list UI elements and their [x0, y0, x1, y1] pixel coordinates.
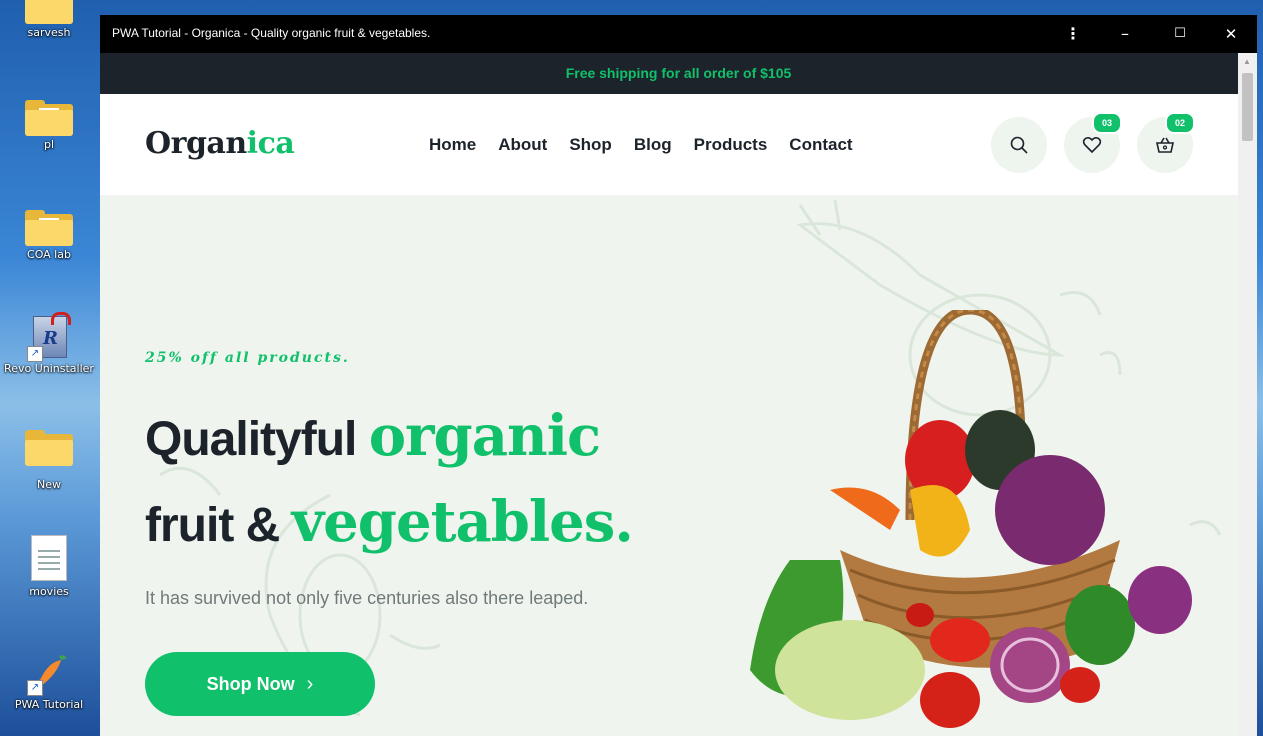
folder-icon	[25, 210, 73, 246]
window-title: PWA Tutorial - Organica - Quality organi…	[112, 26, 431, 40]
hero-subtitle: It has survived not only five centuries …	[145, 588, 589, 608]
revo-uninstaller-icon: R ↗	[27, 312, 71, 362]
shipping-banner: Free shipping for all order of $105	[100, 53, 1257, 94]
desktop-icon-pl[interactable]: pl	[4, 100, 94, 151]
promo-tagline: 25% off all products.	[145, 350, 350, 366]
hero-heading-dark: Qualityful	[145, 413, 369, 466]
desktop-icon-label: COA lab	[27, 248, 71, 261]
shop-now-button[interactable]: Shop Now ›	[145, 652, 375, 716]
desktop-icon-movies[interactable]: movies	[4, 535, 94, 598]
logo-main: Organ	[145, 126, 247, 161]
desktop-icon-pwa-tutorial[interactable]: ↗ PWA Tutorial	[4, 652, 94, 711]
folder-icon	[25, 0, 73, 24]
hero-heading-green: vegetables.	[291, 489, 634, 555]
hero-heading-line2: fruit & vegetables.	[145, 489, 634, 555]
cart-button[interactable]: 02	[1137, 112, 1195, 173]
desktop-icon-label: Revo Uninstaller	[4, 362, 94, 375]
folder-icon	[25, 100, 73, 136]
main-nav: Home About Shop Blog Products Contact	[429, 135, 853, 155]
desktop-icon-revo-uninstaller[interactable]: R ↗ Revo Uninstaller	[4, 312, 94, 375]
site-header: Organica Home About Shop Blog Products C…	[100, 94, 1238, 195]
scroll-up-icon[interactable]: ▲	[1243, 57, 1251, 66]
nav-blog[interactable]: Blog	[634, 135, 672, 155]
chevron-right-icon: ›	[306, 672, 314, 695]
pwa-window: PWA Tutorial - Organica - Quality organi…	[100, 15, 1257, 736]
folder-icon	[25, 430, 73, 466]
site-logo[interactable]: Organica	[145, 126, 295, 161]
carrot-app-icon: ↗	[27, 652, 71, 696]
desktop-icon-new[interactable]: New	[4, 430, 94, 491]
hero-heading-dark: fruit &	[145, 499, 292, 552]
vertical-scrollbar[interactable]: ▲	[1238, 53, 1257, 736]
logo-accent: ica	[246, 126, 295, 161]
nav-contact[interactable]: Contact	[789, 135, 852, 155]
shortcut-arrow-icon: ↗	[27, 346, 43, 362]
scrollbar-thumb[interactable]	[1242, 73, 1253, 141]
wishlist-button[interactable]: 03	[1064, 112, 1122, 173]
hero-heading-line1: Qualityful organic	[145, 403, 601, 469]
wishlist-count-badge: 03	[1092, 112, 1122, 134]
shop-now-label: Shop Now	[206, 673, 295, 694]
vegetable-basket-image	[750, 310, 1192, 728]
hero-heading-green: organic	[368, 403, 601, 469]
page-content: Organica Home About Shop Blog Products C…	[100, 94, 1238, 736]
desktop-icon-label: movies	[29, 585, 69, 598]
minimize-button[interactable]: –	[1110, 21, 1140, 47]
desktop-icon-label: New	[37, 478, 61, 491]
nav-shop[interactable]: Shop	[569, 135, 612, 155]
nav-home[interactable]: Home	[429, 135, 476, 155]
search-button[interactable]	[991, 117, 1047, 173]
search-icon	[1010, 136, 1028, 154]
hero-section: 25% off all products. Qualityful organic…	[100, 195, 1238, 736]
title-bar[interactable]: PWA Tutorial - Organica - Quality organi…	[100, 15, 1257, 53]
close-button[interactable]: ✕	[1216, 21, 1246, 47]
desktop-icon-label: PWA Tutorial	[14, 698, 84, 711]
desktop-icon-label: pl	[43, 138, 55, 151]
desktop-icon-sarvesh[interactable]: sarvesh	[4, 0, 94, 39]
basket-icon	[1156, 137, 1174, 153]
maximize-button[interactable]: ☐	[1165, 21, 1195, 47]
shortcut-arrow-icon: ↗	[27, 680, 43, 696]
desktop-icon-coa-lab[interactable]: COA lab	[4, 210, 94, 261]
nav-about[interactable]: About	[498, 135, 547, 155]
cart-count-badge: 02	[1165, 112, 1195, 134]
document-icon	[31, 535, 67, 581]
heart-icon	[1082, 136, 1102, 154]
app-menu-button[interactable]: ⋮	[1058, 21, 1088, 47]
desktop-icon-label: sarvesh	[27, 26, 71, 39]
nav-products[interactable]: Products	[694, 135, 768, 155]
